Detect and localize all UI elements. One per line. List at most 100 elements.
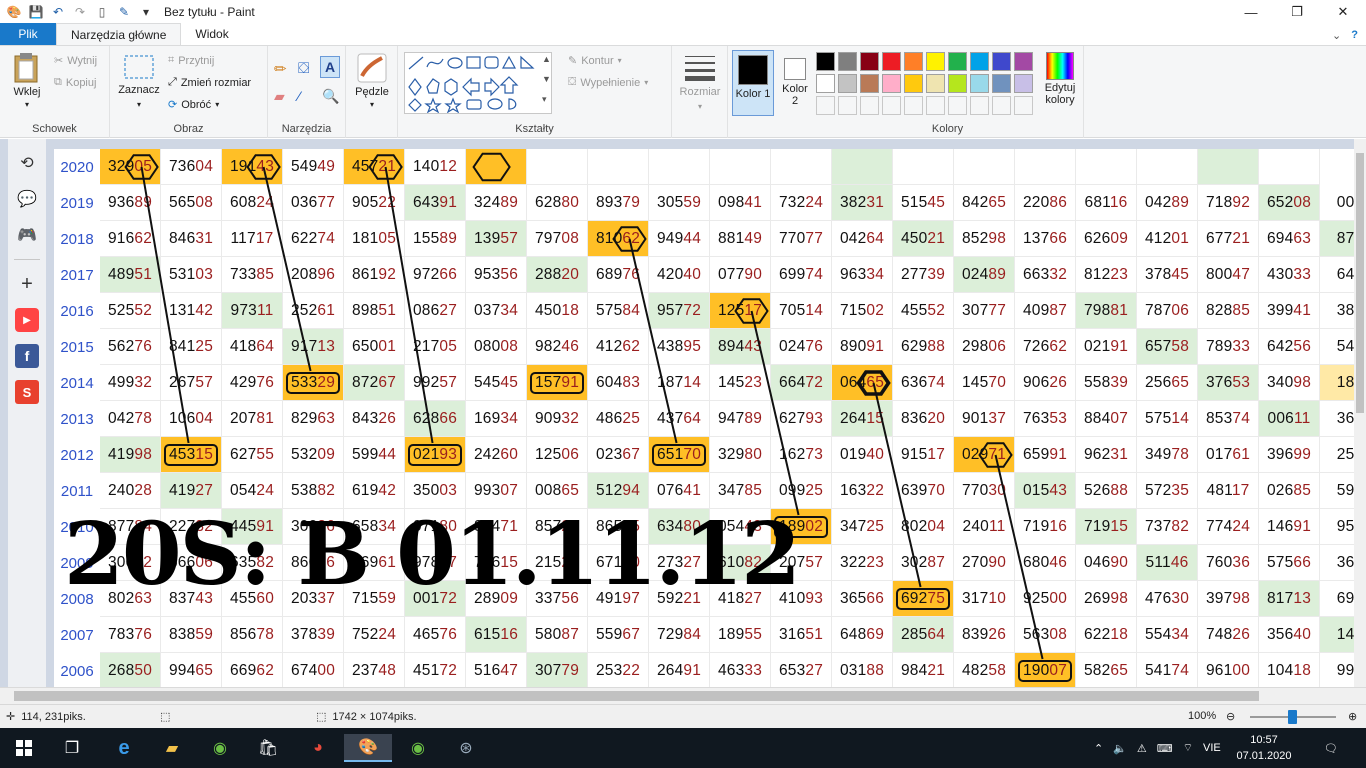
palette-swatch[interactable]: [926, 74, 945, 93]
palette-swatch[interactable]: [992, 52, 1011, 71]
tab-home[interactable]: Narzędzia główne: [56, 23, 182, 45]
properties-icon[interactable]: ✎: [116, 4, 132, 20]
palette-swatch[interactable]: [816, 74, 835, 93]
new-file-icon[interactable]: ▯: [94, 4, 110, 20]
vertical-scrollbar[interactable]: [1354, 139, 1366, 687]
chrome-button[interactable]: ◕: [294, 734, 342, 762]
palette-empty-swatch[interactable]: [926, 96, 945, 115]
shapes-scroll-up[interactable]: ▲: [542, 54, 551, 64]
add-icon[interactable]: +: [13, 266, 41, 302]
zoom-out-button[interactable]: ⊖: [1226, 710, 1235, 723]
palette-swatch[interactable]: [816, 52, 835, 71]
color1-button[interactable]: Kolor 1: [732, 50, 774, 116]
vertical-scroll-thumb[interactable]: [1356, 153, 1364, 413]
app-button[interactable]: ⊛: [442, 734, 490, 762]
palette-empty-swatch[interactable]: [838, 96, 857, 115]
paint-canvas[interactable]: 2020 32905 73604 19143 54949 45721 14012 2019 93…: [54, 149, 1366, 687]
paint-taskbar-button[interactable]: 🎨: [344, 734, 392, 762]
shapes-scroll-down[interactable]: ▼: [542, 74, 551, 84]
palette-swatch[interactable]: [970, 74, 989, 93]
tab-view[interactable]: Widok: [181, 23, 242, 45]
cut-button[interactable]: ✂ Wytnij: [54, 54, 97, 68]
undo-icon[interactable]: ↶: [50, 4, 66, 20]
palette-swatch[interactable]: [838, 74, 857, 93]
shapes-gallery[interactable]: [404, 52, 552, 114]
palette-empty-swatch[interactable]: [970, 96, 989, 115]
store-button[interactable]: 🛍: [244, 734, 292, 762]
palette-empty-swatch[interactable]: [816, 96, 835, 115]
customize-toolbar-icon[interactable]: ▾: [138, 4, 154, 20]
palette-swatch[interactable]: [838, 52, 857, 71]
palette-swatch[interactable]: [882, 52, 901, 71]
palette-empty-swatch[interactable]: [904, 96, 923, 115]
fill-bucket-icon[interactable]: ⛋: [298, 60, 309, 77]
palette-empty-swatch[interactable]: [992, 96, 1011, 115]
file-explorer-button[interactable]: ▰: [148, 734, 196, 762]
collapse-ribbon-icon[interactable]: ⌄: [1332, 29, 1341, 42]
palette-empty-swatch[interactable]: [948, 96, 967, 115]
horizontal-scroll-thumb[interactable]: [14, 691, 1259, 701]
horizontal-scrollbar[interactable]: [0, 687, 1366, 704]
save-icon[interactable]: 💾: [28, 4, 44, 20]
clock[interactable]: 10:57 07.01.2020: [1232, 732, 1296, 764]
palette-swatch[interactable]: [904, 52, 923, 71]
palette-swatch[interactable]: [1014, 52, 1033, 71]
palette-swatch[interactable]: [948, 74, 967, 93]
palette-swatch[interactable]: [926, 52, 945, 71]
resize-button[interactable]: ⤢ Zmień rozmiar: [168, 76, 251, 89]
ime-icon[interactable]: ⌨: [1157, 742, 1173, 755]
shopee-icon[interactable]: S: [13, 374, 41, 410]
palette-swatch[interactable]: [992, 74, 1011, 93]
fill-button[interactable]: ⛋ Wypełnienie ▾: [568, 76, 648, 89]
eraser-icon[interactable]: ▰: [274, 88, 285, 105]
gamepad-icon[interactable]: 🎮: [13, 217, 41, 253]
outline-button[interactable]: ✎ Kontur ▾: [568, 54, 622, 68]
help-icon[interactable]: ?: [1351, 29, 1358, 42]
close-button[interactable]: ✕: [1320, 0, 1366, 24]
tab-file[interactable]: Plik: [0, 23, 56, 45]
history-icon[interactable]: ⟲: [13, 145, 41, 181]
volume-icon[interactable]: 🔈: [1113, 742, 1127, 755]
coccoc-button[interactable]: ◉: [196, 734, 244, 762]
text-tool-icon[interactable]: A: [320, 56, 340, 78]
task-view-button[interactable]: ❐: [48, 734, 96, 762]
messenger-icon[interactable]: 💬: [13, 181, 41, 217]
start-button[interactable]: [0, 734, 48, 762]
palette-empty-swatch[interactable]: [1014, 96, 1033, 115]
zoom-in-button[interactable]: ⊕: [1348, 710, 1357, 723]
zoom-slider-thumb[interactable]: [1288, 710, 1297, 724]
magnifier-icon[interactable]: 🔍: [322, 88, 339, 105]
edit-colors-button[interactable]: Edytuj kolory: [1038, 52, 1082, 106]
palette-swatch[interactable]: [860, 52, 879, 71]
palette-swatch[interactable]: [970, 52, 989, 71]
network-icon[interactable]: ⚠: [1137, 742, 1147, 755]
pencil-icon[interactable]: ✏: [274, 60, 287, 78]
language-indicator[interactable]: VIE: [1203, 742, 1221, 754]
size-button[interactable]: Rozmiar ▾: [678, 54, 722, 111]
palette-empty-swatch[interactable]: [860, 96, 879, 115]
coccoc-2-button[interactable]: ◉: [394, 734, 442, 762]
shapes-expand[interactable]: ▾: [542, 94, 547, 105]
action-center[interactable]: 🗨: [1324, 728, 1338, 768]
copy-button[interactable]: ⧉ Kopiuj: [54, 76, 96, 89]
color-picker-icon[interactable]: ⁄: [298, 88, 300, 104]
minimize-button[interactable]: ―: [1228, 0, 1274, 24]
edge-button[interactable]: e: [100, 734, 148, 762]
tray-expand-icon[interactable]: ⌃: [1094, 742, 1103, 755]
palette-swatch[interactable]: [1014, 74, 1033, 93]
palette-empty-swatch[interactable]: [882, 96, 901, 115]
rotate-button[interactable]: ⟳ Obróć ▾: [168, 98, 219, 112]
brushes-button[interactable]: Pędzle ▾: [354, 52, 390, 109]
palette-swatch[interactable]: [948, 52, 967, 71]
palette-swatch[interactable]: [904, 74, 923, 93]
facebook-icon[interactable]: f: [13, 338, 41, 374]
redo-icon[interactable]: ↷: [72, 4, 88, 20]
crop-button[interactable]: ⌗ Przytnij: [168, 54, 214, 67]
palette-swatch[interactable]: [882, 74, 901, 93]
maximize-button[interactable]: ❐: [1274, 0, 1320, 24]
paste-button[interactable]: Wklej ▾: [8, 52, 46, 109]
select-button[interactable]: Zaznacz ▾: [118, 54, 160, 109]
wifi-icon[interactable]: ⌔: [1183, 741, 1193, 755]
palette-swatch[interactable]: [860, 74, 879, 93]
youtube-icon[interactable]: ▶: [13, 302, 41, 338]
